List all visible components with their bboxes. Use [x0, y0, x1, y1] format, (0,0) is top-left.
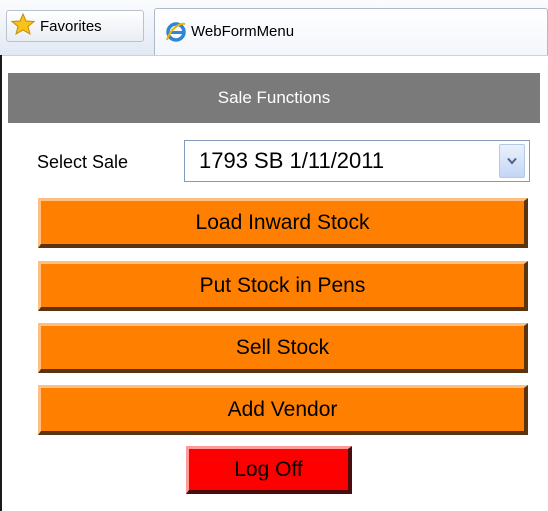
chevron-down-icon[interactable]: [499, 144, 525, 178]
tab-title: WebFormMenu: [191, 23, 295, 40]
sale-dropdown[interactable]: 1793 SB 1/11/2011: [184, 140, 530, 182]
favorites-label: Favorites: [40, 17, 102, 35]
browser-toolbar: Favorites WebFormMenu: [0, 0, 548, 56]
add-vendor-button[interactable]: Add Vendor: [38, 385, 528, 435]
log-off-button[interactable]: Log Off: [186, 446, 352, 494]
sale-dropdown-value: 1793 SB 1/11/2011: [199, 148, 385, 173]
window-left-border: [0, 55, 2, 511]
ie-icon: [165, 21, 187, 48]
favorites-button[interactable]: Favorites: [6, 10, 144, 42]
load-inward-stock-button[interactable]: Load Inward Stock: [38, 198, 528, 248]
put-stock-in-pens-button[interactable]: Put Stock in Pens: [38, 261, 528, 311]
tab-webformmenu[interactable]: WebFormMenu: [154, 8, 548, 55]
select-sale-label: Select Sale: [37, 152, 129, 172]
sell-stock-button[interactable]: Sell Stock: [38, 323, 528, 373]
star-icon: [10, 12, 36, 40]
page-title: Sale Functions: [8, 73, 540, 123]
